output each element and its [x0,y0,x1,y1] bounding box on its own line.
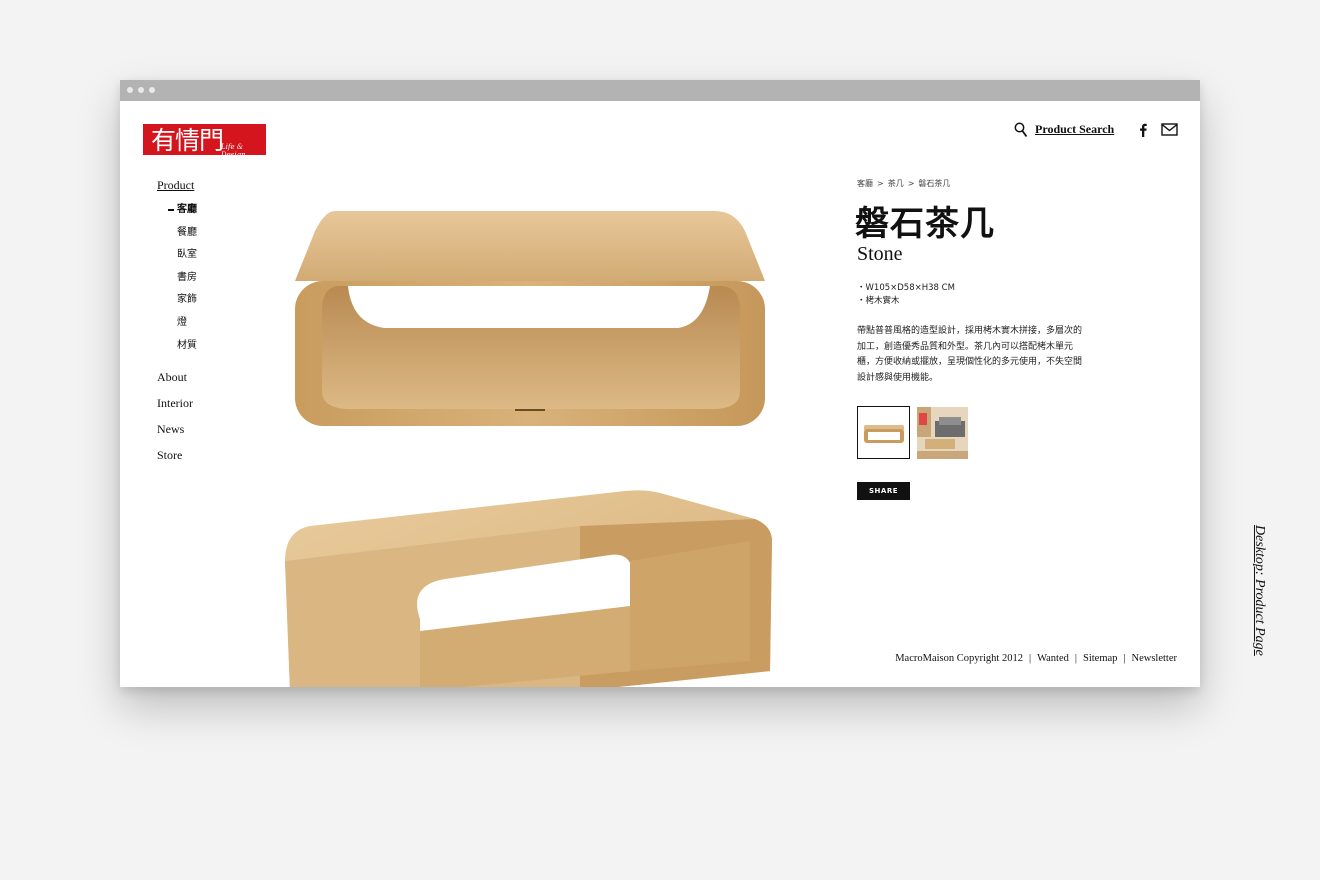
footer-link-sitemap[interactable]: Sitemap [1083,653,1117,664]
product-description: 帶點普普風格的造型設計，採用栲木實木拼接，多層次的加工，創造優秀品質和外型。茶几… [857,326,1083,384]
category-item-bedroom[interactable]: 臥室 [167,248,197,271]
main-nav: About Interior News Store [157,369,193,473]
footer-separator: | [1074,653,1077,664]
product-image-front [295,211,765,426]
breadcrumb: 客廳 > 茶几 > 磐石茶几 [857,178,954,189]
nav-news[interactable]: News [157,421,193,447]
spec-dimensions: ・W105×D58×H38 CM [857,283,955,293]
spec-material: ・栲木實木 [857,296,900,306]
thumbnail-room-image [917,407,968,459]
nav-interior[interactable]: Interior [157,395,193,421]
category-item-material[interactable]: 材質 [167,339,197,362]
window-dot-icon[interactable] [138,87,144,93]
category-item-decor[interactable]: 家飾 [167,293,197,316]
breadcrumb-separator: > [877,179,884,188]
breadcrumb-item-coffee-table[interactable]: 茶几 [888,179,904,188]
brand-name: 有情門 [151,126,224,155]
breadcrumb-current: 磐石茶几 [918,179,951,188]
footer-link-wanted[interactable]: Wanted [1037,653,1069,664]
category-item-lighting[interactable]: 燈 [167,316,197,339]
thumbnail-product-image [864,425,904,443]
brand-logo[interactable]: 有情門 Life & Design [143,124,266,159]
product-specs: ・W105×D58×H38 CM ・栲木實木 [857,282,955,308]
footer: MacroMaison Copyright 2012 | Wanted | Sitema… [895,653,1177,664]
window-dot-icon[interactable] [149,87,155,93]
caption-text: Desktop: Product Page [1252,525,1267,656]
footer-link-newsletter[interactable]: Newsletter [1132,653,1177,664]
nav-about[interactable]: About [157,369,193,395]
product-image-angled [285,490,772,687]
window-dot-icon[interactable] [127,87,133,93]
footer-copyright: MacroMaison Copyright 2012 [895,653,1023,664]
breadcrumb-item-living[interactable]: 客廳 [857,179,873,188]
thumbnail-room-scene[interactable] [917,407,968,459]
category-item-living[interactable]: 客廳 [167,203,197,226]
caption: Desktop: Product Page [1251,525,1267,695]
share-button[interactable]: SHARE [857,482,910,500]
product-title-en: Stone [857,243,903,265]
category-item-dining[interactable]: 餐廳 [167,226,197,249]
product-search-link[interactable]: Product Search [1035,122,1114,137]
mail-icon[interactable] [1161,123,1178,136]
footer-separator: | [1028,653,1032,664]
product-title-zh: 磐石茶几 [855,204,995,244]
page-content: 有情門 Life & Design Product Search Product… [120,101,1200,687]
brand-tagline: Life & Design [221,143,246,159]
category-list: 客廳 餐廳 臥室 書房 家飾 燈 材質 [167,203,197,361]
search-icon[interactable] [1014,122,1028,138]
thumbnail-product[interactable] [857,406,910,459]
category-item-study[interactable]: 書房 [167,271,197,294]
nav-product[interactable]: Product [157,178,194,193]
footer-separator: | [1123,653,1126,664]
breadcrumb-separator: > [907,179,915,188]
browser-window: 有情門 Life & Design Product Search Product… [120,80,1200,687]
nav-store[interactable]: Store [157,447,193,473]
facebook-icon[interactable] [1138,123,1148,137]
window-titlebar [120,80,1200,101]
